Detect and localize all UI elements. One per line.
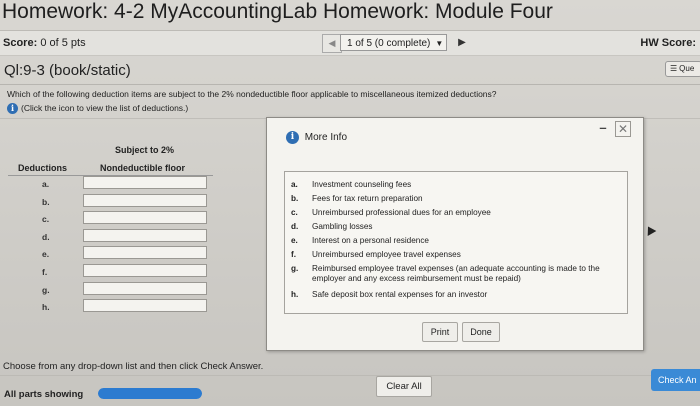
chevron-right-icon: ▶ [458,37,466,48]
deduction-letter: b. [291,194,299,203]
answer-dropdown[interactable] [83,194,207,207]
deduction-letter: g. [291,264,299,273]
deduction-text: Reimbursed employee travel expenses (an … [312,264,600,283]
page-title: Homework: 4-2 MyAccountingLab Homework: … [2,0,553,23]
score-label: Score: [3,37,38,49]
close-icon: ✕ [617,122,629,136]
question-menu-label: Que [679,64,695,73]
info-hint: i (Click the icon to view the list of ded… [7,103,189,115]
divider [0,84,700,85]
instruction-text: Choose from any drop-down list and then … [3,361,264,372]
caret-down-icon: ▼ [433,39,444,48]
score-value: 0 of 5 pts [40,37,86,49]
homework-page: Homework: 4-2 MyAccountingLab Homework: … [0,0,700,406]
deduction-list: a. Investment counseling fees b. Fees for t… [284,171,628,314]
answer-dropdown[interactable] [83,264,207,277]
deduction-text: Gambling losses [312,222,373,231]
info-hint-text: (Click the icon to view the list of dedu… [21,103,189,113]
chevron-left-icon: ◀ [328,38,336,48]
answer-dropdown[interactable] [83,229,207,242]
minimize-icon: – [599,120,607,135]
row-label: a. [42,179,50,189]
deduction-letter: c. [291,208,298,217]
list-icon: ☰ [670,64,678,73]
score-display: Score: 0 of 5 pts [3,37,86,49]
all-parts-label: All parts showing [4,389,84,400]
row-label: e. [42,249,50,259]
progress-fill [98,388,202,399]
deduction-text: Interest on a personal residence [312,236,429,245]
deduction-letter: h. [291,290,299,299]
deduction-text: Safe deposit box rental expenses for an … [312,290,488,299]
minimize-button[interactable]: – [597,120,609,135]
answer-dropdown[interactable] [83,176,207,189]
more-info-dialog: i More Info – ✕ a. Investment counseling … [266,117,644,351]
score-bar: Score: 0 of 5 pts ◀ 1 of 5 (0 complete) … [0,30,700,56]
answer-dropdown[interactable] [83,246,207,259]
clear-all-button[interactable]: Clear All [376,376,432,397]
deduction-letter: d. [291,222,299,231]
row-label: g. [42,285,50,295]
previous-question-button[interactable]: ◀ [322,34,342,53]
deduction-text: Fees for tax return preparation [312,194,423,203]
close-button[interactable]: ✕ [615,121,631,137]
dialog-title: i More Info [286,131,347,144]
question-selector-value: 1 of 5 (0 complete) [347,38,431,49]
answer-dropdown[interactable] [83,299,207,312]
row-label: b. [42,197,50,207]
next-question-button[interactable]: ▶ [452,34,472,51]
done-button[interactable]: Done [462,322,500,342]
row-label: c. [42,214,50,224]
column-header-floor: Nondeductible floor [100,163,185,173]
deduction-letter: e. [291,236,298,245]
row-label: d. [42,232,50,242]
parts-progress-bar [98,388,202,399]
check-answer-button[interactable]: Check An [651,369,700,391]
deduction-text: Unreimbursed employee travel expenses [312,250,461,259]
deduction-text: Unreimbursed professional dues for an em… [312,208,491,217]
question-selector[interactable]: 1 of 5 (0 complete) ▼ [340,34,447,51]
print-button[interactable]: Print [422,322,458,342]
deduction-text: Investment counseling fees [312,180,412,189]
info-icon: i [286,131,299,144]
answer-dropdown[interactable] [83,282,207,295]
deduction-letter: f. [291,250,297,259]
mouse-cursor-icon [643,224,657,236]
divider [0,375,700,376]
row-label: f. [42,267,48,277]
info-icon[interactable]: i [7,103,18,115]
question-id: Ql:9-3 (book/static) [4,62,131,79]
answer-dropdown[interactable] [83,211,207,224]
deduction-letter: a. [291,180,298,189]
question-menu-button[interactable]: ☰ Que [665,61,700,77]
row-label: h. [42,302,50,312]
column-header-subject: Subject to 2% [115,145,175,155]
hw-score-label: HW Score: [640,37,696,49]
dialog-title-text: More Info [304,132,348,144]
column-header-deductions: Deductions [18,163,68,173]
question-text: Which of the following deduction items a… [7,89,497,99]
